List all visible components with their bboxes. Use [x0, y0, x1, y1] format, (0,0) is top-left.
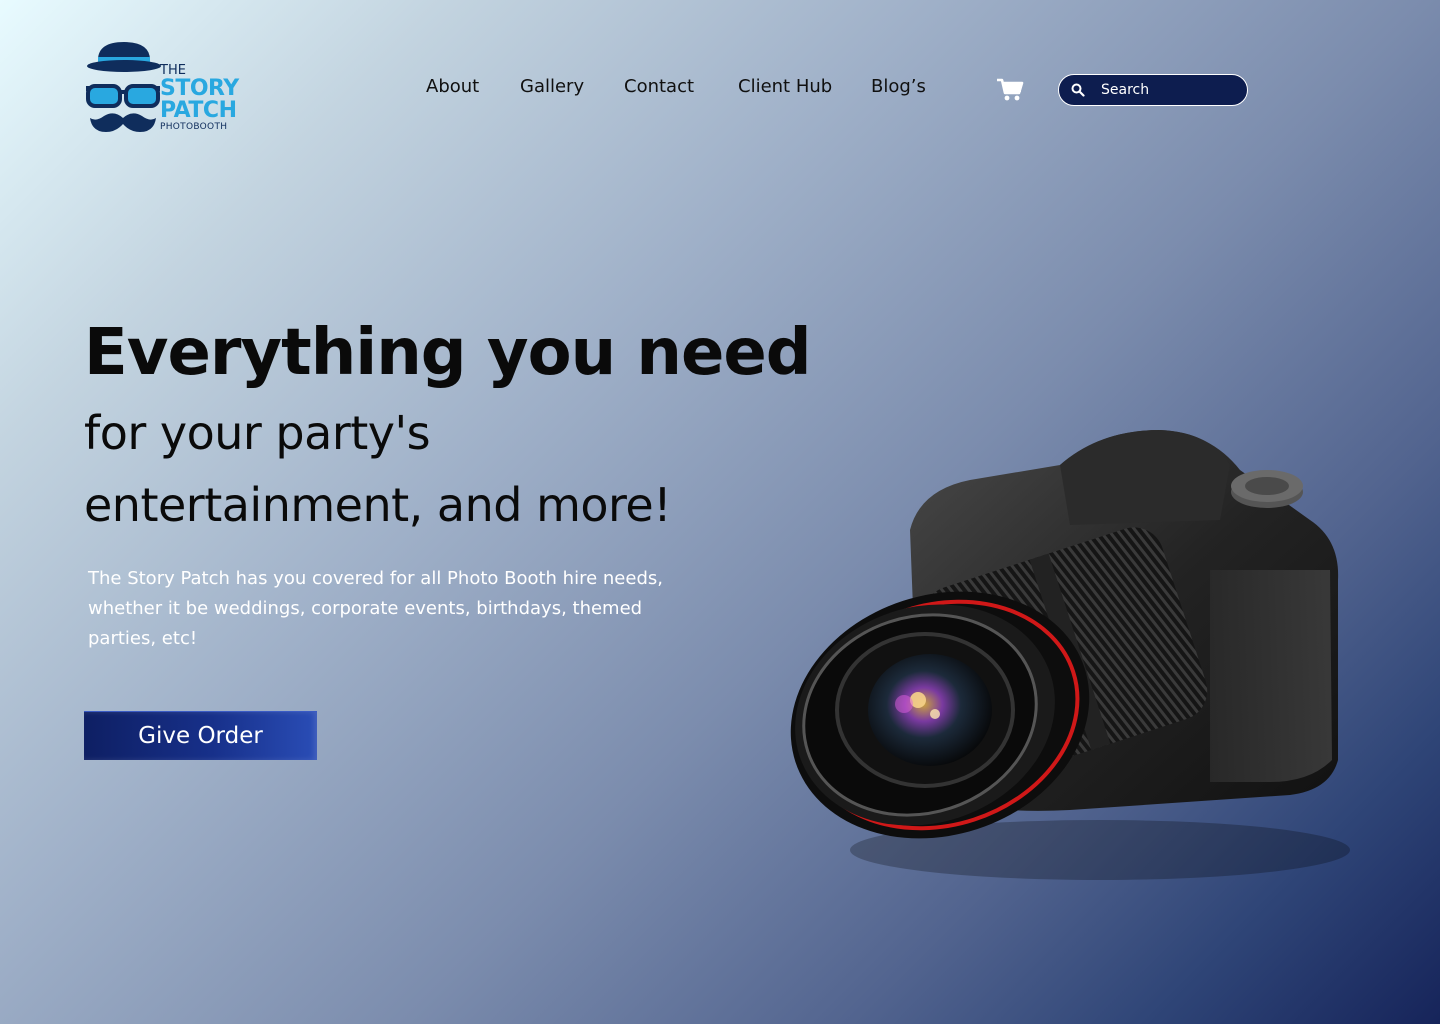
nav-link-blogs[interactable]: Blog’s	[871, 76, 926, 97]
hero-subtitle-line1: for your party's	[84, 406, 431, 460]
search-input[interactable]	[1101, 81, 1231, 99]
shopping-cart-icon[interactable]	[996, 78, 1024, 102]
hero-description: The Story Patch has you covered for all …	[88, 568, 663, 649]
brand-logo[interactable]: THE STORY PATCH PHOTOBOOTH	[86, 40, 246, 140]
nav-link-client-hub[interactable]: Client Hub	[738, 76, 832, 97]
mustache-hat-logo-icon	[86, 42, 161, 132]
brand-line-story: STORY	[160, 76, 239, 101]
give-order-button[interactable]: Give Order	[84, 711, 317, 760]
search-box[interactable]	[1058, 74, 1248, 106]
nav-link-about[interactable]: About	[426, 76, 479, 97]
hero-title: Everything you need	[84, 316, 812, 390]
dslr-camera-image	[790, 430, 1350, 880]
search-icon	[1071, 83, 1085, 97]
nav-link-contact[interactable]: Contact	[624, 76, 694, 97]
brand-line-patch: PATCH	[160, 98, 237, 123]
hero-subtitle-line2: entertainment, and more!	[84, 478, 672, 532]
nav-link-gallery[interactable]: Gallery	[520, 76, 584, 97]
brand-line-photobooth: PHOTOBOOTH	[160, 122, 228, 132]
